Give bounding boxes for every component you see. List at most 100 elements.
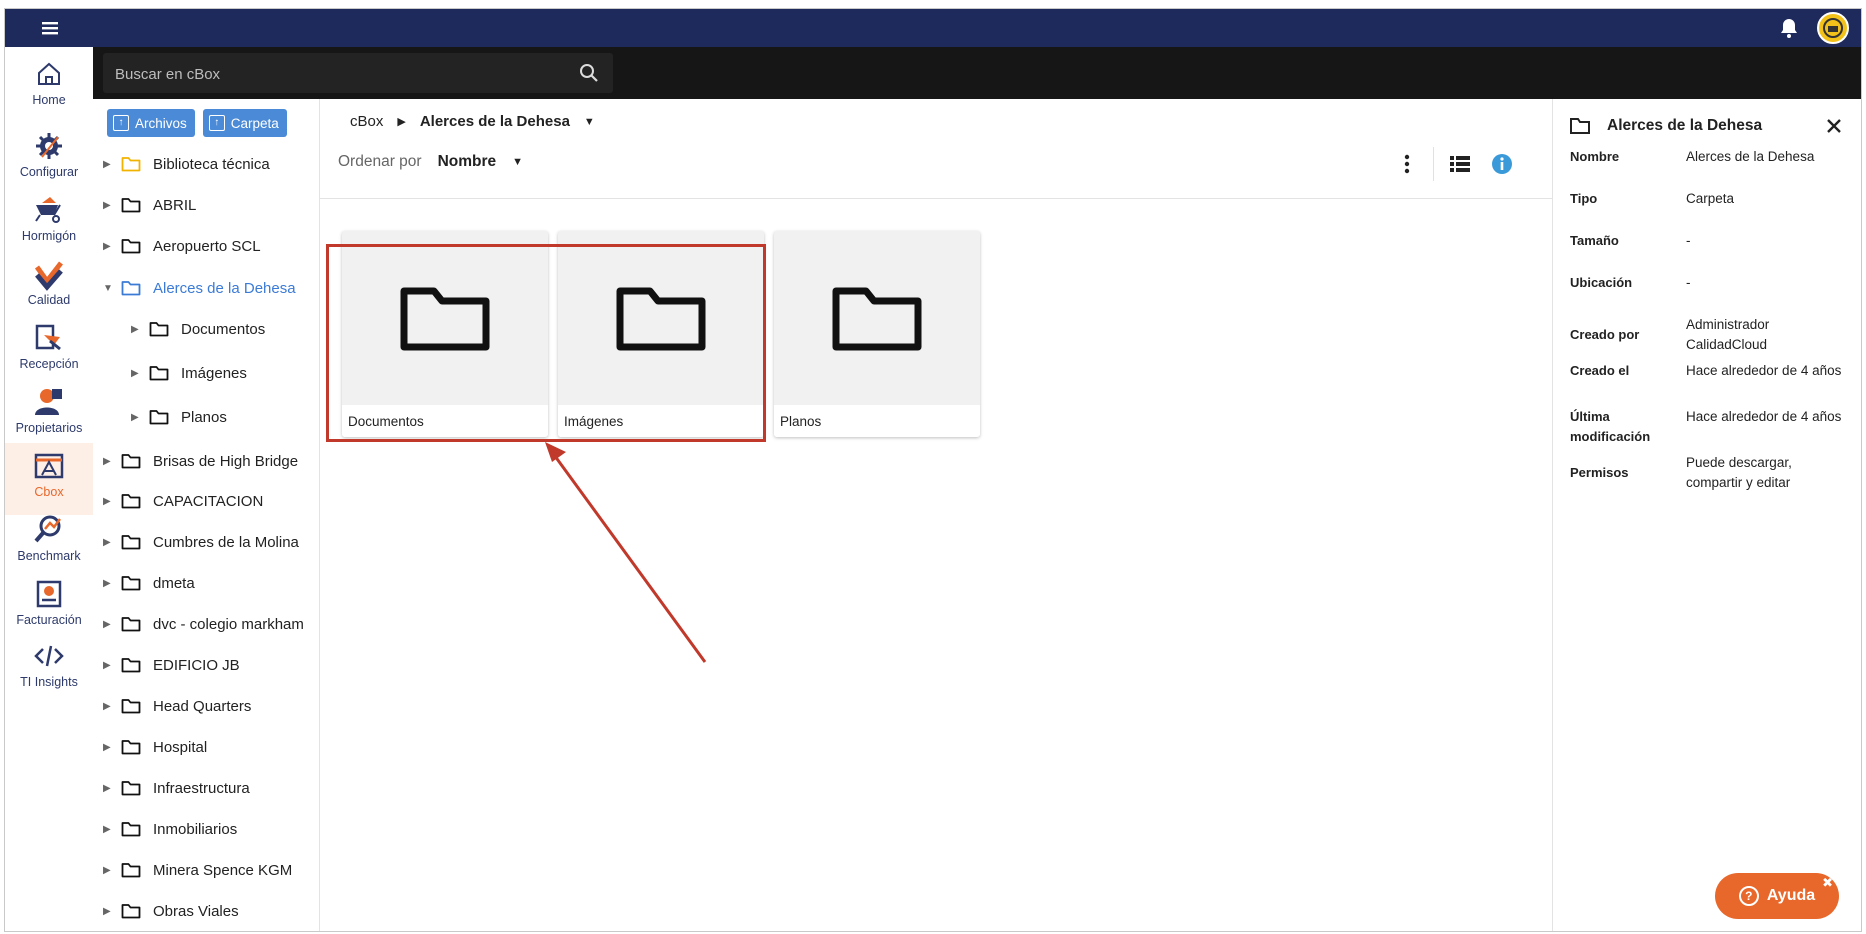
- tree-item-label: Obras Viales: [153, 902, 239, 920]
- folder-icon: [121, 454, 141, 469]
- nav-item-hormigon[interactable]: Hormigón: [5, 187, 93, 259]
- caret-right-icon[interactable]: ▶: [103, 200, 113, 211]
- caret-right-icon[interactable]: ▶: [103, 824, 113, 835]
- tree-item[interactable]: ▶ Documentos: [93, 312, 319, 346]
- details-value: -: [1686, 233, 1691, 248]
- tree-item[interactable]: ▶ Minera Spence KGM: [93, 853, 319, 887]
- nav-item-cbox[interactable]: Cbox: [5, 443, 93, 515]
- tree-item[interactable]: ▶ Brisas de High Bridge: [93, 444, 319, 478]
- sort-select[interactable]: Nombre: [438, 153, 497, 171]
- details-key: Tipo: [1570, 191, 1598, 206]
- nav-label: Hormigón: [21, 229, 77, 243]
- caret-down-icon[interactable]: ▼: [103, 283, 113, 294]
- details-value: -: [1686, 275, 1691, 290]
- caret-right-icon[interactable]: ▶: [103, 159, 113, 170]
- sort-label: Ordenar por: [338, 153, 422, 170]
- caret-right-icon[interactable]: ▶: [103, 783, 113, 794]
- caret-right-icon[interactable]: ▶: [103, 906, 113, 917]
- breadcrumb-current[interactable]: Alerces de la Dehesa: [420, 113, 570, 130]
- tree-item[interactable]: ▶ dvc - colegio markham: [93, 607, 319, 641]
- list-view-button[interactable]: [1444, 148, 1476, 180]
- folder-icon: [121, 781, 141, 796]
- tree-item[interactable]: ▶ Infraestructura: [93, 771, 319, 805]
- help-button[interactable]: ? Ayuda ✖: [1715, 873, 1839, 919]
- folder-icon: [121, 740, 141, 755]
- tree-item-label: ABRIL: [153, 196, 197, 214]
- folder-card-planos[interactable]: Planos: [774, 231, 980, 437]
- breadcrumb: cBox ▶ Alerces de la Dehesa ▼: [350, 113, 595, 130]
- details-key: Última modificación: [1570, 409, 1651, 444]
- caret-right-icon[interactable]: ▶: [103, 660, 113, 671]
- breadcrumb-root[interactable]: cBox: [350, 113, 383, 130]
- nav-item-home[interactable]: Home: [5, 51, 93, 123]
- help-close-icon[interactable]: ✖: [1822, 875, 1833, 891]
- caret-right-icon[interactable]: ▶: [131, 412, 141, 423]
- caret-right-icon[interactable]: ▶: [103, 701, 113, 712]
- tree-item-label: Alerces de la Dehesa: [153, 279, 296, 297]
- help-label: Ayuda: [1766, 887, 1816, 904]
- caret-right-icon[interactable]: ▶: [131, 324, 141, 335]
- nav-item-recepcion[interactable]: Recepción: [5, 315, 93, 387]
- main-content: cBox ▶ Alerces de la Dehesa ▼ Ordenar po…: [320, 99, 1552, 931]
- tree-item-label: Brisas de High Bridge: [153, 452, 299, 470]
- details-key: Creado por: [1570, 327, 1640, 342]
- tree-item[interactable]: ▶ Cumbres de la Molina: [93, 525, 319, 559]
- caret-right-icon[interactable]: ▶: [103, 537, 113, 548]
- tree-item-label: Hospital: [153, 738, 208, 756]
- tree-item[interactable]: ▶ Biblioteca técnica: [93, 147, 319, 181]
- tree-item[interactable]: ▶ CAPACITACION: [93, 484, 319, 518]
- details-key: Creado el: [1570, 363, 1630, 378]
- upload-folder-label: Carpeta: [230, 115, 279, 131]
- left-nav: Home Configurar Hormigón Calidad Recepci…: [5, 47, 94, 931]
- nav-label: Configurar: [19, 165, 79, 179]
- nav-label: Recepción: [19, 357, 79, 371]
- tree-item[interactable]: ▶ Obras Viales: [93, 894, 319, 928]
- more-options-button[interactable]: [1391, 148, 1423, 180]
- sort-dropdown-icon[interactable]: ▼: [512, 156, 523, 168]
- user-avatar[interactable]: [1817, 12, 1849, 44]
- folder-icon: [121, 239, 141, 254]
- tree-item[interactable]: ▶ Inmobiliarios: [93, 812, 319, 846]
- nav-item-ti-insights[interactable]: TI Insights: [5, 633, 93, 705]
- caret-right-icon[interactable]: ▶: [131, 368, 141, 379]
- search-bar: [93, 47, 1861, 99]
- hamburger-menu-icon[interactable]: [39, 17, 61, 39]
- tree-item[interactable]: ▶ Planos: [93, 400, 319, 434]
- nav-item-benchmark[interactable]: Benchmark: [5, 507, 93, 579]
- details-value: Carpeta: [1686, 191, 1735, 206]
- breadcrumb-dropdown-icon[interactable]: ▼: [584, 116, 595, 128]
- folder-icon: [121, 198, 141, 213]
- info-button[interactable]: [1486, 148, 1518, 180]
- tree-item[interactable]: ▶ Imágenes: [93, 356, 319, 390]
- caret-right-icon[interactable]: ▶: [103, 865, 113, 876]
- folder-icon: [149, 366, 169, 381]
- caret-right-icon[interactable]: ▶: [103, 742, 113, 753]
- upload-files-button[interactable]: ↑ Archivos: [107, 109, 195, 137]
- tree-item[interactable]: ▶ ABRIL: [93, 188, 319, 222]
- folder-icon: [121, 281, 141, 296]
- caret-right-icon[interactable]: ▶: [103, 619, 113, 630]
- nav-item-propietarios[interactable]: Propietarios: [5, 379, 93, 451]
- caret-right-icon[interactable]: ▶: [103, 496, 113, 507]
- close-icon[interactable]: [1823, 115, 1845, 137]
- caret-right-icon[interactable]: ▶: [103, 456, 113, 467]
- caret-right-icon[interactable]: ▶: [103, 578, 113, 589]
- tree-item[interactable]: ▼ Alerces de la Dehesa: [93, 271, 319, 305]
- details-value: Administrador CalidadCloud: [1686, 317, 1770, 352]
- help-icon: ?: [1738, 886, 1759, 906]
- search-input[interactable]: [103, 53, 577, 95]
- folder-icon: [121, 576, 141, 591]
- notification-bell-icon[interactable]: [1777, 16, 1801, 40]
- nav-item-calidad[interactable]: Calidad: [5, 251, 93, 323]
- tree-item-label: Minera Spence KGM: [153, 861, 293, 879]
- upload-folder-button[interactable]: ↑ Carpeta: [202, 109, 287, 137]
- caret-right-icon[interactable]: ▶: [103, 241, 113, 252]
- tree-item[interactable]: ▶ dmeta: [93, 566, 319, 600]
- tree-item[interactable]: ▶ EDIFICIO JB: [93, 648, 319, 682]
- nav-item-configurar[interactable]: Configurar: [5, 123, 93, 195]
- tree-item[interactable]: ▶ Aeropuerto SCL: [93, 229, 319, 263]
- nav-label: Home: [32, 93, 66, 107]
- tree-item[interactable]: ▶ Hospital: [93, 730, 319, 764]
- search-icon[interactable]: [579, 63, 599, 83]
- tree-item[interactable]: ▶ Head Quarters: [93, 689, 319, 723]
